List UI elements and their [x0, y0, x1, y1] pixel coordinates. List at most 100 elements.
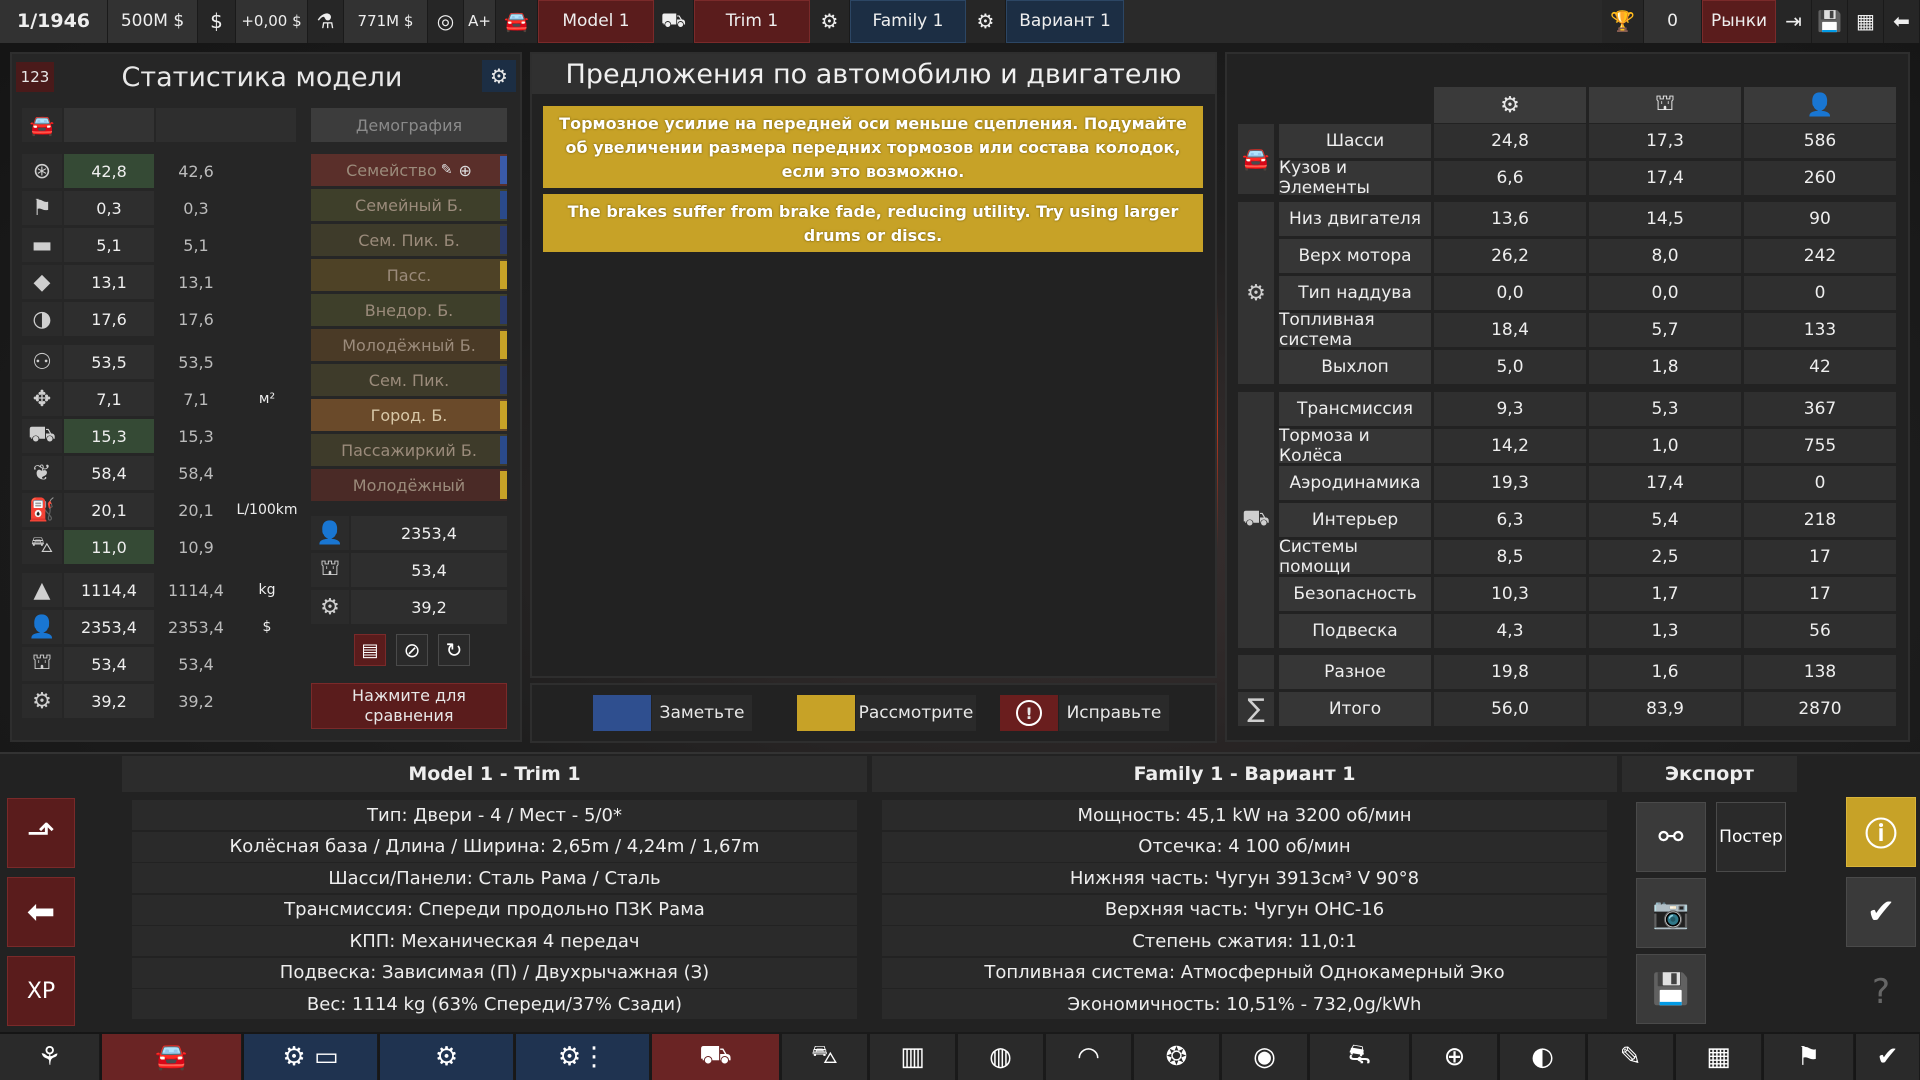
nav-finish-icon[interactable]: ✔	[1856, 1034, 1920, 1080]
demographic-item[interactable]: Семейный Б.	[311, 189, 507, 221]
nav-engine-family-icon[interactable]: ⚙ ▭	[244, 1034, 378, 1080]
variant-selector[interactable]: Вариант 1	[1006, 0, 1124, 43]
engineering-value: 39,2	[351, 590, 507, 624]
stat-value: 58,4	[64, 456, 154, 490]
legend-fix[interactable]: Исправьте	[1059, 695, 1169, 731]
stats-graph-icon[interactable]: ⬏	[7, 798, 75, 868]
save-design-icon[interactable]: 💾	[1636, 954, 1706, 1024]
calculator-icon[interactable]: ▦	[1848, 0, 1884, 43]
stat-value: 17,6	[64, 302, 154, 336]
compare-button[interactable]: Нажмите для сравнения	[311, 683, 507, 729]
model-spec-line: Тип: Двери - 4 / Мест - 5/0*	[132, 800, 857, 830]
count-badge: 123	[16, 62, 54, 92]
demographic-item[interactable]: Сем. Пик.	[311, 364, 507, 396]
back-arrow-icon[interactable]: ⬅	[1884, 0, 1920, 43]
breakdown-label: Разное	[1279, 655, 1431, 689]
breakdown-value: 19,3	[1434, 466, 1586, 500]
demographic-bar	[500, 401, 507, 429]
family-selector[interactable]: Family 1	[850, 0, 966, 43]
cost-icon: 👤	[22, 610, 62, 644]
engine-toggle-icon[interactable]: ⚙	[482, 60, 516, 92]
legend-consider[interactable]: Рассмотрите	[856, 695, 976, 731]
demographic-item[interactable]: Пассажиркий Б.	[311, 434, 507, 466]
target-icon[interactable]: ⊕	[459, 161, 472, 180]
breakdown-label: Тормоза и Колёса	[1279, 426, 1431, 466]
nav-car-icon[interactable]: 🚘	[102, 1034, 242, 1080]
poster-button[interactable]: Постер	[1716, 802, 1786, 872]
trim-selector[interactable]: Trim 1	[694, 0, 810, 43]
help-icon[interactable]: ?	[1846, 957, 1916, 1027]
nav-interior-icon[interactable]: ⊕	[1412, 1034, 1498, 1080]
share-icon[interactable]: ⚯	[1636, 802, 1706, 872]
nav-aero-icon[interactable]: ⛐	[1310, 1034, 1410, 1080]
stat-value: 53,4	[64, 647, 154, 681]
stat-compare-value: 53,5	[156, 345, 236, 379]
suggestion-item[interactable]: Тормозное усилие на передней оси меньше …	[543, 106, 1203, 188]
stat-compare-value: 1114,4	[156, 573, 236, 607]
header-compare	[156, 108, 296, 142]
model-selector[interactable]: Model 1	[538, 0, 654, 43]
breakdown-value: 755	[1744, 429, 1896, 463]
demographic-label: Внедор. Б.	[364, 300, 454, 320]
seat-icon: ▬	[22, 228, 62, 262]
stat-compare-value: 58,4	[156, 456, 236, 490]
nav-engine-icon[interactable]: ⚙	[380, 1034, 514, 1080]
breakdown-label: Аэродинамика	[1279, 466, 1431, 500]
save-icon[interactable]: 💾	[1812, 0, 1848, 43]
nav-safety-icon[interactable]: ◐	[1500, 1034, 1586, 1080]
camera-icon[interactable]: 📷	[1636, 878, 1706, 948]
confirm-icon[interactable]: ✔	[1846, 877, 1916, 947]
nav-suspension-icon[interactable]: ◍	[958, 1034, 1044, 1080]
back-icon[interactable]: ⬅	[7, 877, 75, 947]
demographic-label: Молодёжный Б.	[342, 335, 476, 355]
nav-tuning-icon[interactable]: ✎	[1588, 1034, 1674, 1080]
nav-body-icon[interactable]: ⛍	[782, 1034, 868, 1080]
demographic-item[interactable]: Сем. Пик. Б.	[311, 224, 507, 256]
cancel-icon[interactable]: ⊘	[396, 634, 428, 666]
breakdown-value: 133	[1744, 313, 1896, 347]
trophy-count: 0	[1644, 0, 1702, 43]
breakdown-value: 90	[1744, 202, 1896, 236]
demographic-item[interactable]: Город. Б.	[311, 399, 507, 431]
demographic-bar	[500, 331, 507, 359]
nav-engine-variant-icon[interactable]: ⚙⋮	[516, 1034, 650, 1080]
money-change: +0,00 $	[236, 0, 308, 43]
nav-drivetrain-icon[interactable]: ▥	[870, 1034, 956, 1080]
stat-value: 7,1	[64, 382, 154, 416]
nav-trim-icon[interactable]: ⛟	[652, 1034, 780, 1080]
trophy-icon[interactable]: 🏆	[1602, 0, 1644, 43]
demographic-item[interactable]: Семейство ✎ ⊕	[311, 154, 507, 186]
demographic-item[interactable]: Пасс.	[311, 259, 507, 291]
reset-icon[interactable]: ↻	[438, 634, 470, 666]
nav-tires-icon[interactable]: ◉	[1222, 1034, 1308, 1080]
markets-button[interactable]: Рынки	[1702, 0, 1776, 43]
model-spec-line: КПП: Механическая 4 передач	[132, 926, 857, 956]
demographic-item[interactable]: Внедор. Б.	[311, 294, 507, 326]
nav-costs-icon[interactable]: ▦	[1676, 1034, 1762, 1080]
suggestion-item[interactable]: The brakes suffer from brake fade, reduc…	[543, 194, 1203, 252]
demographic-label: Молодёжный	[352, 475, 466, 495]
nav-test-icon[interactable]: ⚑	[1764, 1034, 1854, 1080]
breakdown-label: Подвеска	[1279, 614, 1431, 648]
demographic-item[interactable]: Молодёжный	[311, 469, 507, 501]
report-icon[interactable]: ▤	[354, 634, 386, 666]
cost-column-icon: 👤	[1744, 87, 1896, 123]
xp-icon[interactable]: XP	[7, 956, 75, 1026]
pin-icon[interactable]: ✎	[441, 162, 453, 178]
trim-icon[interactable]: ⛟	[654, 0, 694, 43]
car-icon[interactable]: 🚘	[496, 0, 538, 43]
demographic-item[interactable]: Молодёжный Б.	[311, 329, 507, 361]
alert-icon[interactable]: ⓘ	[1846, 797, 1916, 867]
research-icon: ⚗	[308, 0, 344, 43]
stat-unit	[238, 684, 296, 718]
legend-notice[interactable]: Заметьте	[652, 695, 752, 731]
breakdown-value: 218	[1744, 503, 1896, 537]
trim-group-icon: ⛟	[1238, 392, 1274, 648]
demographic-label: Город. Б.	[370, 405, 448, 425]
nav-brakes-icon[interactable]: ◠	[1046, 1034, 1132, 1080]
variant-icon[interactable]: ⚙	[966, 0, 1006, 43]
engine-icon[interactable]: ⚙	[810, 0, 850, 43]
export-icon[interactable]: ⇥	[1776, 0, 1812, 43]
nav-home-icon[interactable]: ⚘	[0, 1034, 100, 1080]
nav-wheels-icon[interactable]: ❂	[1134, 1034, 1220, 1080]
